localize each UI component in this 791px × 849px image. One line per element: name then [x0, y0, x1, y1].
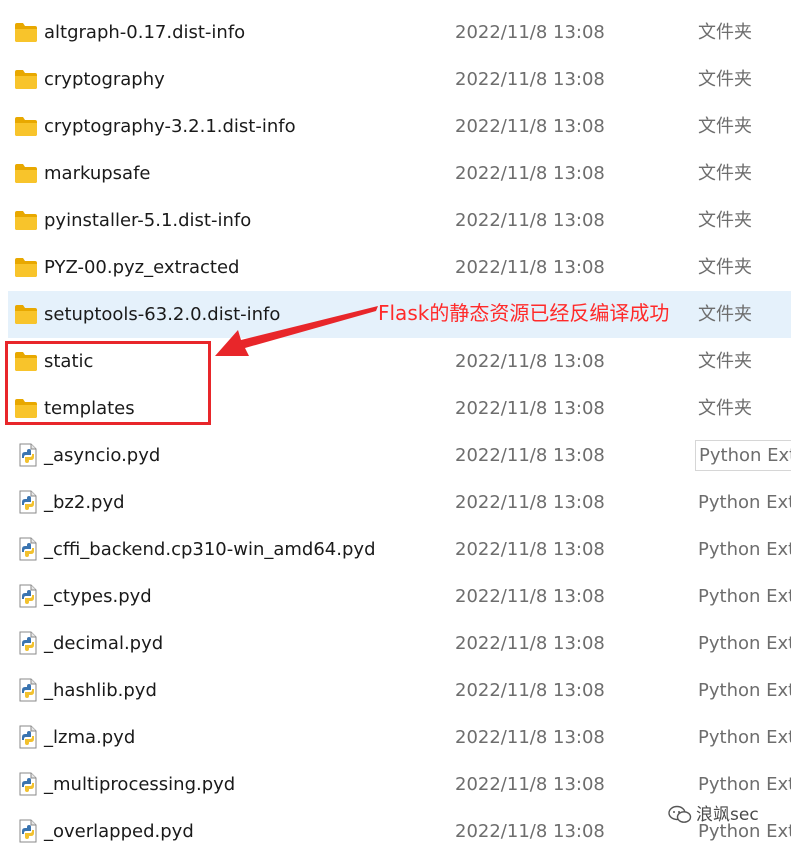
file-row[interactable]: altgraph-0.17.dist-info 2022/11/8 13:08 文件… [8, 9, 791, 56]
file-row[interactable]: _bz2.pyd 2022/11/8 13:08 Python Ext [8, 479, 791, 526]
file-type: Python Ext [695, 440, 791, 471]
folder-icon [14, 209, 38, 231]
file-row[interactable]: PYZ-00.pyz_extracted 2022/11/8 13:08 文件夹 [8, 244, 791, 291]
file-date: 2022/11/8 13:08 [455, 22, 605, 43]
file-name: pyinstaller-5.1.dist-info [44, 210, 252, 231]
file-row[interactable]: _lzma.pyd 2022/11/8 13:08 Python Ext [8, 714, 791, 761]
file-date: 2022/11/8 13:08 [455, 727, 605, 748]
file-date: 2022/11/8 13:08 [455, 586, 605, 607]
file-type: 文件夹 [698, 351, 752, 372]
file-type: Python Ext [698, 539, 791, 560]
file-type: Python Ext [698, 633, 791, 654]
file-date: 2022/11/8 13:08 [455, 680, 605, 701]
python-file-icon [16, 490, 40, 514]
file-date: 2022/11/8 13:08 [455, 351, 605, 372]
file-date: 2022/11/8 13:08 [455, 633, 605, 654]
folder-icon [14, 68, 38, 90]
watermark-text: 浪飒sec [696, 805, 759, 825]
file-type: Python Ext [698, 492, 791, 513]
python-file-icon [16, 584, 40, 608]
file-date: 2022/11/8 13:08 [455, 163, 605, 184]
file-name: _asyncio.pyd [44, 445, 161, 466]
file-name: altgraph-0.17.dist-info [44, 22, 246, 43]
folder-icon [14, 162, 38, 184]
file-name: _ctypes.pyd [44, 586, 152, 607]
file-date: 2022/11/8 13:08 [455, 492, 605, 513]
file-row[interactable]: cryptography 2022/11/8 13:08 文件夹 [8, 56, 791, 103]
python-file-icon [16, 631, 40, 655]
file-date: 2022/11/8 13:08 [455, 210, 605, 231]
python-file-icon [16, 537, 40, 561]
file-date: 2022/11/8 13:08 [455, 116, 605, 137]
wechat-icon [668, 805, 692, 825]
file-type: Python Ext [698, 680, 791, 701]
file-row[interactable]: cryptography-3.2.1.dist-info 2022/11/8 13… [8, 103, 791, 150]
file-row[interactable]: _cffi_backend.cp310-win_amd64.pyd 2022/11… [8, 526, 791, 573]
file-type: 文件夹 [698, 398, 752, 419]
file-row[interactable]: _decimal.pyd 2022/11/8 13:08 Python Ext [8, 620, 791, 667]
folder-icon [14, 21, 38, 43]
file-list-window: altgraph-0.17.dist-info 2022/11/8 13:08 文件… [0, 0, 791, 849]
file-row[interactable]: pyinstaller-5.1.dist-info 2022/11/8 13:08… [8, 197, 791, 244]
file-type: Python Ext [698, 586, 791, 607]
file-type: 文件夹 [698, 163, 752, 184]
file-type: 文件夹 [698, 22, 752, 43]
file-type: 文件夹 [698, 116, 752, 137]
file-date: 2022/11/8 13:08 [455, 774, 605, 795]
file-name: _multiprocessing.pyd [44, 774, 236, 795]
file-name: markupsafe [44, 163, 151, 184]
file-name: _lzma.pyd [44, 727, 136, 748]
highlight-box [5, 341, 211, 425]
python-file-icon [16, 819, 40, 843]
file-name: PYZ-00.pyz_extracted [44, 257, 240, 278]
folder-icon [14, 115, 38, 137]
file-type: 文件夹 [698, 257, 752, 278]
file-name: cryptography-3.2.1.dist-info [44, 116, 296, 137]
file-date: 2022/11/8 13:08 [455, 821, 605, 842]
file-date: 2022/11/8 13:08 [455, 398, 605, 419]
file-row[interactable]: _ctypes.pyd 2022/11/8 13:08 Python Ext [8, 573, 791, 620]
file-date: 2022/11/8 13:08 [455, 445, 605, 466]
file-type: Python Ext [698, 774, 791, 795]
watermark: 浪飒sec [668, 802, 759, 828]
folder-icon [14, 303, 38, 325]
file-type: 文件夹 [698, 69, 752, 90]
file-date: 2022/11/8 13:08 [455, 257, 605, 278]
python-file-icon [16, 443, 40, 467]
file-name: _hashlib.pyd [44, 680, 157, 701]
file-date: 2022/11/8 13:08 [455, 69, 605, 90]
file-row[interactable]: _hashlib.pyd 2022/11/8 13:08 Python Ext [8, 667, 791, 714]
file-name: cryptography [44, 69, 165, 90]
file-type: 文件夹 [698, 304, 752, 325]
python-file-icon [16, 725, 40, 749]
file-row[interactable]: _multiprocessing.pyd 2022/11/8 13:08 Pytho… [8, 761, 791, 808]
file-type: Python Ext [698, 727, 791, 748]
file-type: 文件夹 [698, 210, 752, 231]
python-file-icon [16, 678, 40, 702]
folder-icon [14, 256, 38, 278]
file-row[interactable]: markupsafe 2022/11/8 13:08 文件夹 [8, 150, 791, 197]
python-file-icon [16, 772, 40, 796]
file-name: setuptools-63.2.0.dist-info [44, 304, 281, 325]
file-name: _decimal.pyd [44, 633, 164, 654]
file-name: _bz2.pyd [44, 492, 125, 513]
file-name: _cffi_backend.cp310-win_amd64.pyd [44, 539, 376, 560]
file-date: 2022/11/8 13:08 [455, 539, 605, 560]
file-row[interactable]: _asyncio.pyd 2022/11/8 13:08 Python Ext [8, 432, 791, 479]
file-name: _overlapped.pyd [44, 821, 194, 842]
annotation-text: Flask的静态资源已经反编译成功 [378, 301, 670, 325]
